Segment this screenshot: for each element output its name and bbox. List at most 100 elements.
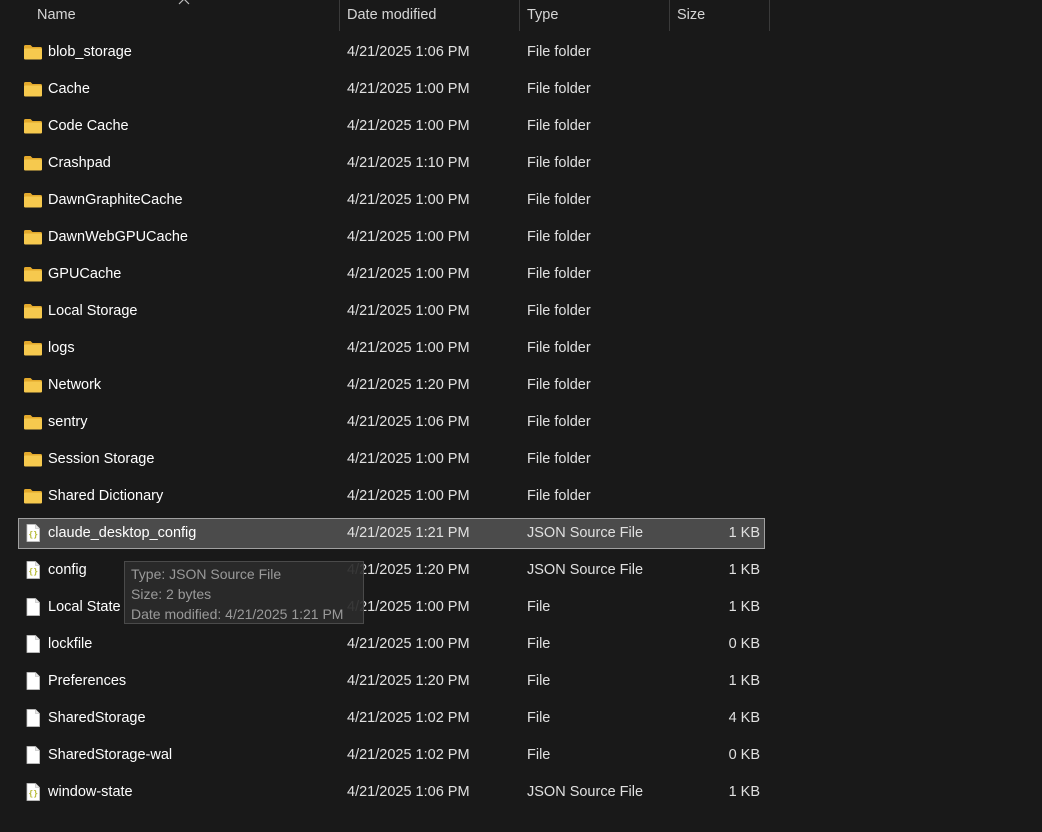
tooltip-type: Type: JSON Source File bbox=[131, 566, 282, 582]
file-date-modified: 4/21/2025 1:00 PM bbox=[347, 451, 470, 467]
file-name: Code Cache bbox=[48, 118, 129, 134]
file-row[interactable]: Network 4/21/2025 1:20 PM File folder bbox=[18, 370, 765, 401]
file-date-modified: 4/21/2025 1:00 PM bbox=[347, 636, 470, 652]
file-row[interactable]: SharedStorage 4/21/2025 1:02 PM File 4 KB bbox=[18, 703, 765, 734]
file-date-modified: 4/21/2025 1:00 PM bbox=[347, 192, 470, 208]
file-date-modified: 4/21/2025 1:00 PM bbox=[347, 81, 470, 97]
file-type: File folder bbox=[527, 192, 591, 208]
file-name: DawnGraphiteCache bbox=[48, 192, 183, 208]
file-row[interactable]: logs 4/21/2025 1:00 PM File folder bbox=[18, 333, 765, 364]
file-type: File folder bbox=[527, 340, 591, 356]
column-header-type[interactable]: Type bbox=[520, 0, 670, 31]
file-type: File bbox=[527, 673, 551, 689]
generic-file-icon bbox=[23, 746, 43, 764]
file-row[interactable]: Session Storage 4/21/2025 1:00 PM File fol… bbox=[18, 444, 765, 475]
file-date-modified: 4/21/2025 1:00 PM bbox=[347, 599, 470, 615]
file-row[interactable]: {} window-state 4/21/2025 1:06 PM JSON Sour… bbox=[18, 777, 765, 808]
file-size: 1 KB bbox=[728, 525, 760, 541]
file-explorer: Name Date modified Type Size blob_storag… bbox=[0, 0, 1042, 832]
folder-icon bbox=[23, 265, 43, 283]
file-date-modified: 4/21/2025 1:00 PM bbox=[347, 118, 470, 134]
file-type: JSON Source File bbox=[527, 562, 644, 578]
file-date-modified: 4/21/2025 1:06 PM bbox=[347, 44, 470, 60]
file-size: 1 KB bbox=[728, 599, 760, 615]
file-date-modified: 4/21/2025 1:21 PM bbox=[347, 525, 470, 541]
column-header-size[interactable]: Size bbox=[670, 0, 770, 31]
file-name: config bbox=[48, 562, 87, 578]
column-header-name[interactable]: Name bbox=[0, 0, 340, 31]
file-type: File bbox=[527, 599, 551, 615]
file-row[interactable]: DawnGraphiteCache 4/21/2025 1:00 PM File f… bbox=[18, 185, 765, 216]
file-date-modified: 4/21/2025 1:00 PM bbox=[347, 303, 470, 319]
file-name: blob_storage bbox=[48, 44, 132, 60]
file-type: JSON Source File bbox=[527, 784, 644, 800]
file-name: Local State bbox=[48, 599, 121, 615]
file-date-modified: 4/21/2025 1:06 PM bbox=[347, 784, 470, 800]
file-row[interactable]: Preferences 4/21/2025 1:20 PM File 1 KB bbox=[18, 666, 765, 697]
file-name: Preferences bbox=[48, 673, 127, 689]
folder-icon bbox=[23, 487, 43, 505]
file-info-tooltip: Type: JSON Source File Size: 2 bytes Dat… bbox=[124, 561, 364, 624]
file-name: lockfile bbox=[48, 636, 93, 652]
file-name: sentry bbox=[48, 414, 88, 430]
file-type: File folder bbox=[527, 266, 591, 282]
file-row[interactable]: Cache 4/21/2025 1:00 PM File folder bbox=[18, 74, 765, 105]
file-row[interactable]: Code Cache 4/21/2025 1:00 PM File folder bbox=[18, 111, 765, 142]
file-date-modified: 4/21/2025 1:06 PM bbox=[347, 414, 470, 430]
file-type: File folder bbox=[527, 303, 591, 319]
file-row[interactable]: lockfile 4/21/2025 1:00 PM File 0 KB bbox=[18, 629, 765, 660]
folder-icon bbox=[23, 376, 43, 394]
generic-file-icon bbox=[23, 598, 43, 616]
file-name: DawnWebGPUCache bbox=[48, 229, 188, 245]
file-size: 1 KB bbox=[728, 673, 760, 689]
file-type: File bbox=[527, 747, 551, 763]
column-header-name-label: Name bbox=[37, 7, 76, 23]
file-date-modified: 4/21/2025 1:02 PM bbox=[347, 710, 470, 726]
folder-icon bbox=[23, 228, 43, 246]
file-row[interactable]: blob_storage 4/21/2025 1:06 PM File folder bbox=[18, 37, 765, 68]
file-date-modified: 4/21/2025 1:00 PM bbox=[347, 266, 470, 282]
file-date-modified: 4/21/2025 1:00 PM bbox=[347, 229, 470, 245]
file-row[interactable]: sentry 4/21/2025 1:06 PM File folder bbox=[18, 407, 765, 438]
folder-icon bbox=[23, 413, 43, 431]
column-header-size-label: Size bbox=[677, 7, 706, 23]
folder-icon bbox=[23, 80, 43, 98]
file-row[interactable]: DawnWebGPUCache 4/21/2025 1:00 PM File fol… bbox=[18, 222, 765, 253]
file-name: logs bbox=[48, 340, 75, 356]
file-row[interactable]: Shared Dictionary 4/21/2025 1:00 PM File f… bbox=[18, 481, 765, 512]
generic-file-icon bbox=[23, 709, 43, 727]
svg-text:{}: {} bbox=[28, 567, 38, 576]
generic-file-icon bbox=[23, 635, 43, 653]
file-row[interactable]: SharedStorage-wal 4/21/2025 1:02 PM File 0 … bbox=[18, 740, 765, 771]
file-type: File folder bbox=[527, 414, 591, 430]
file-type: File folder bbox=[527, 44, 591, 60]
json-file-icon: {} bbox=[23, 524, 43, 542]
file-size: 1 KB bbox=[728, 562, 760, 578]
file-date-modified: 4/21/2025 1:02 PM bbox=[347, 747, 470, 763]
folder-icon bbox=[23, 302, 43, 320]
file-row[interactable]: {} claude_desktop_config 4/21/2025 1:21 PM… bbox=[18, 518, 765, 549]
file-row[interactable]: GPUCache 4/21/2025 1:00 PM File folder bbox=[18, 259, 765, 290]
file-name: window-state bbox=[48, 784, 133, 800]
file-date-modified: 4/21/2025 1:20 PM bbox=[347, 673, 470, 689]
file-name: GPUCache bbox=[48, 266, 122, 282]
folder-icon bbox=[23, 154, 43, 172]
file-name: Cache bbox=[48, 81, 90, 97]
file-row[interactable]: Local Storage 4/21/2025 1:00 PM File folde… bbox=[18, 296, 765, 327]
folder-icon bbox=[23, 43, 43, 61]
file-type: File folder bbox=[527, 451, 591, 467]
tooltip-size: Size: 2 bytes bbox=[131, 586, 212, 602]
file-type: File bbox=[527, 636, 551, 652]
file-name: Local Storage bbox=[48, 303, 138, 319]
file-row[interactable]: Crashpad 4/21/2025 1:10 PM File folder bbox=[18, 148, 765, 179]
folder-icon bbox=[23, 339, 43, 357]
file-name: Shared Dictionary bbox=[48, 488, 164, 504]
file-type: File folder bbox=[527, 81, 591, 97]
file-name: Network bbox=[48, 377, 102, 393]
folder-icon bbox=[23, 191, 43, 209]
column-header-date[interactable]: Date modified bbox=[340, 0, 520, 31]
file-type: File bbox=[527, 710, 551, 726]
folder-icon bbox=[23, 117, 43, 135]
folder-icon bbox=[23, 450, 43, 468]
file-type: JSON Source File bbox=[527, 525, 644, 541]
